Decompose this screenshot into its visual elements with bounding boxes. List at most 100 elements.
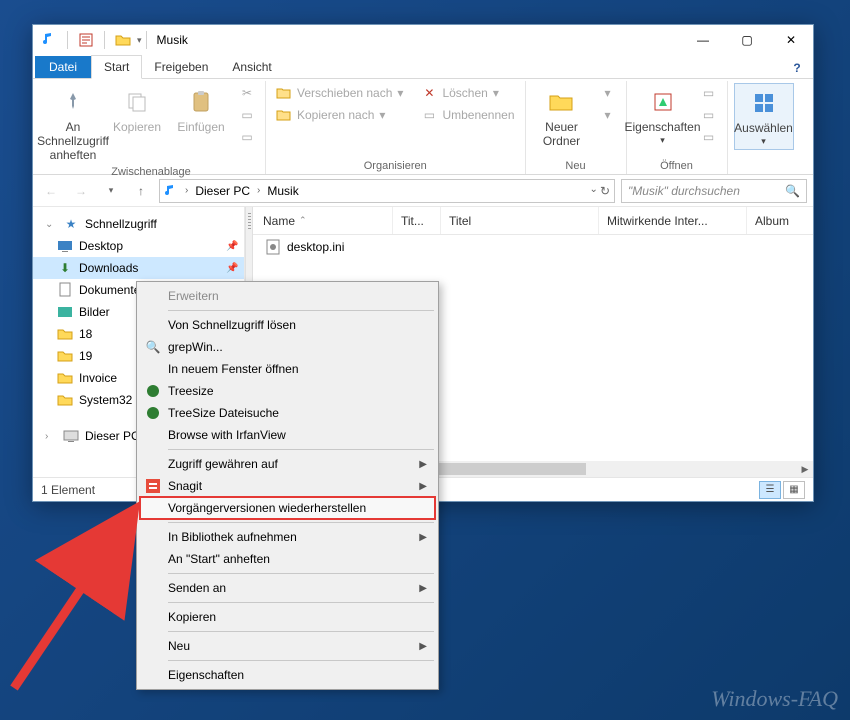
grepwin-icon: 🔍 (145, 339, 161, 355)
ribbon-group-organize: Verschieben nach ▾ Kopieren nach ▾ ✕Lösc… (266, 81, 526, 174)
edit-button[interactable]: ▭ (697, 105, 721, 125)
ctx-expand[interactable]: Erweitern (140, 285, 435, 307)
rename-button[interactable]: ▭Umbenennen (417, 105, 518, 125)
ribbon-group-open: Eigenschaften▾ ▭ ▭ ▭ Öffnen (627, 81, 728, 174)
file-name: desktop.ini (287, 240, 344, 254)
chevron-right-icon[interactable]: › (254, 185, 263, 196)
ribbon-group-clipboard: An Schnellzugriff anheften Kopieren Einf… (37, 81, 266, 174)
ctx-properties[interactable]: Eigenschaften (140, 664, 435, 686)
tab-ansicht[interactable]: Ansicht (220, 56, 283, 78)
path-icon: ▭ (239, 107, 255, 123)
paste-button[interactable]: Einfügen (171, 83, 231, 138)
help-icon[interactable]: ? (787, 58, 807, 78)
pin-quickaccess-button[interactable]: An Schnellzugriff anheften (43, 83, 103, 165)
easy-icon: ▾ (600, 107, 616, 123)
copy-icon (121, 86, 153, 118)
history-button[interactable]: ▭ (697, 127, 721, 147)
music-addr-icon (164, 184, 178, 198)
submenu-arrow-icon: ▶ (419, 641, 427, 652)
ctx-unpin-quickaccess[interactable]: Von Schnellzugriff lösen (140, 314, 435, 336)
close-button[interactable]: ✕ (769, 25, 813, 55)
cut-button[interactable]: ✂ (235, 83, 259, 103)
new-item-button[interactable]: ▾ (596, 83, 620, 103)
ctx-restore-previous-versions[interactable]: Vorgängerversionen wiederherstellen (140, 497, 435, 519)
col-titel[interactable]: Titel (449, 207, 599, 234)
view-details-button[interactable]: ☰ (759, 481, 781, 499)
nav-forward-button[interactable]: → (69, 179, 93, 203)
nav-quickaccess[interactable]: ⌄★Schnellzugriff (33, 213, 244, 235)
refresh-icon[interactable]: ↻ (600, 184, 610, 198)
copyto-icon (276, 107, 292, 123)
tab-start[interactable]: Start (91, 55, 142, 79)
qat-dropdown-icon[interactable]: ▾ (137, 35, 142, 46)
col-tit[interactable]: Tit... (401, 207, 441, 234)
ctx-new[interactable]: Neu▶ (140, 635, 435, 657)
select-button[interactable]: Auswählen▾ (734, 83, 794, 150)
watermark: Windows-FAQ (711, 686, 838, 712)
ini-file-icon (265, 239, 281, 255)
new-item-icon: ▾ (600, 85, 616, 101)
pin-icon: 📌 (226, 241, 238, 252)
chevron-right-icon[interactable]: › (182, 185, 191, 196)
paste-shortcut-button[interactable]: ▭ (235, 127, 259, 147)
ctx-grepwin[interactable]: 🔍grepWin... (140, 336, 435, 358)
nav-downloads[interactable]: ⬇Downloads📌 (33, 257, 244, 279)
quick-access-toolbar: ▾ (39, 30, 142, 50)
treesize-icon (145, 405, 161, 421)
move-to-button[interactable]: Verschieben nach ▾ (272, 83, 407, 103)
submenu-arrow-icon: ▶ (419, 459, 427, 470)
ctx-new-window[interactable]: In neuem Fenster öffnen (140, 358, 435, 380)
copy-path-button[interactable]: ▭ (235, 105, 259, 125)
properties-button[interactable]: Eigenschaften▾ (633, 83, 693, 148)
history-icon: ▭ (701, 129, 717, 145)
search-icon[interactable]: 🔍 (785, 184, 800, 198)
address-field[interactable]: › Dieser PC › Musik ⌄ ↻ (159, 179, 615, 203)
pin-icon: 📌 (226, 263, 238, 274)
properties-qat-icon[interactable] (76, 30, 96, 50)
ctx-treesize[interactable]: Treesize (140, 380, 435, 402)
scroll-right-icon[interactable]: ▶ (797, 461, 813, 477)
ctx-snagit[interactable]: Snagit▶ (140, 475, 435, 497)
nav-back-button[interactable]: ← (39, 179, 63, 203)
ctx-copy[interactable]: Kopieren (140, 606, 435, 628)
copy-button[interactable]: Kopieren (107, 83, 167, 138)
folder-icon (57, 326, 73, 342)
maximize-button[interactable]: ▢ (725, 25, 769, 55)
folder-qat-icon[interactable] (113, 30, 133, 50)
star-icon: ★ (63, 216, 79, 232)
documents-icon (57, 282, 73, 298)
file-tab[interactable]: Datei (35, 56, 91, 78)
folder-icon (57, 370, 73, 386)
moveto-icon (276, 85, 292, 101)
nav-recent-button[interactable]: ▾ (99, 179, 123, 203)
col-name[interactable]: Name⌃ (263, 207, 393, 234)
ctx-include-library[interactable]: In Bibliothek aufnehmen▶ (140, 526, 435, 548)
file-row[interactable]: desktop.ini (253, 235, 813, 259)
minimize-button[interactable]: — (681, 25, 725, 55)
copy-to-button[interactable]: Kopieren nach ▾ (272, 105, 407, 125)
easy-access-button[interactable]: ▾ (596, 105, 620, 125)
shortcut-icon: ▭ (239, 129, 255, 145)
ribbon: An Schnellzugriff anheften Kopieren Einf… (33, 79, 813, 175)
address-dropdown-icon[interactable]: ⌄ (590, 184, 598, 198)
ctx-send-to[interactable]: Senden an▶ (140, 577, 435, 599)
view-icons-button[interactable]: ▦ (783, 481, 805, 499)
delete-button[interactable]: ✕Löschen ▾ (417, 83, 518, 103)
col-album[interactable]: Album (755, 207, 805, 234)
nav-up-button[interactable]: ↑ (129, 179, 153, 203)
search-field[interactable]: "Musik" durchsuchen 🔍 (621, 179, 807, 203)
nav-desktop[interactable]: Desktop📌 (33, 235, 244, 257)
ctx-irfanview[interactable]: Browse with IrfanView (140, 424, 435, 446)
treesize-icon (145, 383, 161, 399)
col-mitwirkende[interactable]: Mitwirkende Inter... (607, 207, 747, 234)
ctx-grant-access[interactable]: Zugriff gewähren auf▶ (140, 453, 435, 475)
new-folder-button[interactable]: Neuer Ordner (532, 83, 592, 152)
select-icon (748, 87, 780, 119)
submenu-arrow-icon: ▶ (419, 532, 427, 543)
crumb-pc[interactable]: Dieser PC (195, 184, 250, 198)
tab-freigeben[interactable]: Freigeben (142, 56, 220, 78)
ctx-treesize-search[interactable]: TreeSize Dateisuche (140, 402, 435, 424)
open-button[interactable]: ▭ (697, 83, 721, 103)
ctx-pin-start[interactable]: An "Start" anheften (140, 548, 435, 570)
crumb-musik[interactable]: Musik (267, 184, 298, 198)
